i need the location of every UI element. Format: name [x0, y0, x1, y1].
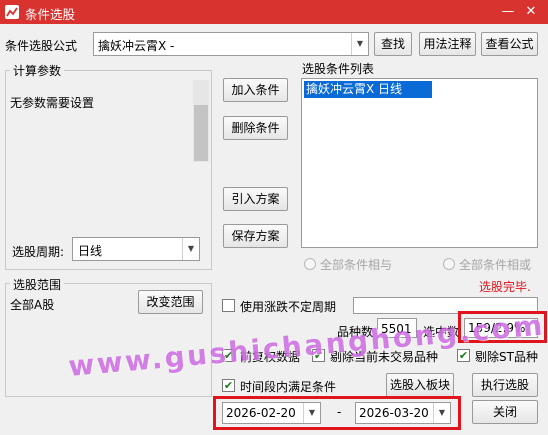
app-icon	[5, 5, 19, 19]
radio-or-label: 全部条件相或	[459, 258, 532, 272]
add-condition-button[interactable]: 加入条件	[223, 78, 288, 102]
list-item[interactable]: 擒妖冲云霄X 日线	[304, 81, 432, 98]
title-bar: 条件选股 — ✕	[0, 0, 548, 24]
scrollbar-thumb[interactable]	[194, 105, 208, 161]
formula-label: 条件选股公式	[5, 39, 78, 53]
conditions-list[interactable]: 擒妖冲云霄X 日线	[301, 78, 538, 248]
date-highlight	[213, 396, 461, 430]
variable-period-label: 使用涨跌不定周期	[240, 300, 337, 314]
radio-and[interactable]	[304, 258, 316, 270]
range-group-label: 选股范围	[10, 276, 65, 293]
period-label: 选股周期:	[12, 245, 65, 259]
params-scrollbar[interactable]	[193, 80, 209, 162]
period-value: 日线	[78, 244, 103, 258]
period-combo[interactable]: 日线 ▼	[72, 237, 200, 261]
close-window-button[interactable]: ✕	[520, 2, 542, 22]
chevron-down-icon[interactable]: ▼	[351, 33, 368, 55]
radio-or[interactable]	[443, 258, 455, 270]
params-text: 无参数需要设置	[10, 96, 95, 110]
find-button[interactable]: 查找	[374, 32, 412, 56]
time-range-label: 时间段内满足条件	[240, 380, 337, 394]
exclude-st-checkbox[interactable]: ✔	[457, 349, 470, 362]
change-range-button[interactable]: 改变范围	[138, 290, 203, 314]
formula-value: 擒妖冲云霄X -	[98, 39, 175, 53]
import-scheme-button[interactable]: 引入方案	[223, 187, 288, 211]
window-title: 条件选股	[25, 7, 76, 22]
radio-and-label: 全部条件相与	[320, 258, 393, 272]
exclude-st-label: 剔除ST品种	[475, 350, 538, 364]
delete-condition-button[interactable]: 删除条件	[223, 116, 288, 140]
status-text: 选股完毕.	[479, 280, 531, 294]
range-value: 全部A股	[10, 298, 55, 312]
view-formula-button[interactable]: 查看公式	[481, 32, 538, 56]
select-to-board-button[interactable]: 选股入板块	[386, 373, 454, 397]
params-group-label: 计算参数	[10, 62, 65, 79]
variable-period-checkbox[interactable]	[222, 299, 235, 312]
formula-combo[interactable]: 擒妖冲云霄X - ▼	[93, 32, 369, 56]
minimize-button[interactable]: —	[497, 2, 519, 22]
close-button[interactable]: 关闭	[472, 400, 538, 424]
conditions-list-label: 选股条件列表	[302, 62, 375, 76]
time-range-checkbox[interactable]: ✔	[222, 379, 235, 392]
execute-button[interactable]: 执行选股	[472, 373, 538, 397]
usage-notes-button[interactable]: 用法注释	[419, 32, 476, 56]
chevron-down-icon[interactable]: ▼	[182, 238, 199, 260]
save-scheme-button[interactable]: 保存方案	[223, 224, 288, 248]
